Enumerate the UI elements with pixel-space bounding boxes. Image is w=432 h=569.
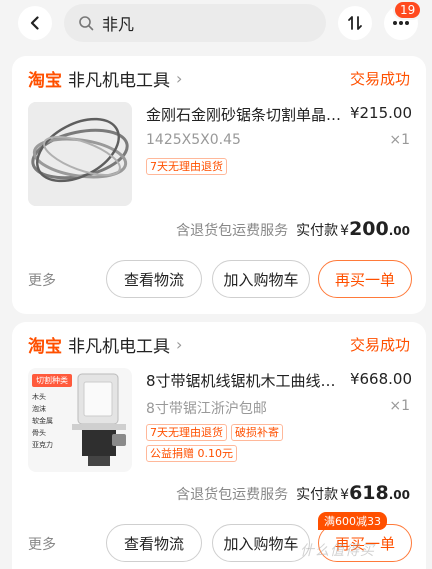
thumb-material: 泡沫 [32, 405, 46, 413]
order-status: 交易成功 [349, 70, 410, 88]
order-card[interactable]: 淘宝 非凡机电工具 › 交易成功 金刚石金刚砂锯条切割单晶… ¥215.00 1… [12, 56, 426, 314]
product-title[interactable]: 金刚石金刚砂锯条切割单晶… [146, 104, 360, 125]
promo-badge: 满600减33 [318, 512, 387, 530]
service-tag: 公益捐赠 0.10元 [146, 445, 237, 462]
search-icon [79, 16, 94, 31]
thumb-material: 软金属 [32, 417, 53, 425]
shop-header[interactable]: 淘宝 非凡机电工具 › [28, 66, 183, 91]
paid-decimal: .00 [388, 488, 410, 502]
thumb-material-list: 木头 泡沫 软金属 骨头 亚克力 [32, 392, 53, 450]
view-logistics-button[interactable]: 查看物流 [106, 260, 202, 298]
sort-arrows-icon [348, 16, 362, 30]
chevron-right-icon: › [176, 334, 183, 354]
buy-again-button[interactable]: 再买一单 [318, 260, 412, 298]
platform-label: 淘宝 [28, 70, 62, 91]
order-card[interactable]: 淘宝 非凡机电工具 › 交易成功 切割种类 木头 泡沫 软金属 骨头 亚克力 8… [12, 322, 426, 569]
service-note: 含退货包运费服务 [176, 487, 289, 503]
search-input[interactable]: 非凡 [64, 4, 326, 42]
paid-decimal: .00 [388, 224, 410, 238]
band-saw-image [72, 373, 126, 466]
product-spec: 8寸带锯江浙沪包邮 [146, 401, 267, 417]
thumb-material: 亚克力 [32, 441, 53, 449]
shop-header[interactable]: 淘宝 非凡机电工具 › [28, 332, 183, 357]
view-logistics-button[interactable]: 查看物流 [106, 524, 202, 562]
platform-label: 淘宝 [28, 336, 62, 357]
thumb-material: 木头 [32, 393, 46, 401]
product-price: ¥668.00 [349, 370, 412, 388]
saw-blade-image [28, 102, 132, 206]
service-tag: 7天无理由退货 [146, 158, 227, 175]
notification-badge: 19 [393, 0, 423, 20]
watermark: 什么值得买 [300, 543, 375, 559]
product-spec: 1425X5X0.45 [146, 132, 241, 148]
service-tags: 7天无理由退货 [146, 158, 336, 175]
paid-amount: 200 [349, 218, 389, 240]
product-price: ¥215.00 [349, 104, 412, 122]
sort-button[interactable] [338, 6, 372, 40]
thumb-material: 骨头 [32, 429, 46, 437]
product-quantity: ×1 [389, 398, 410, 414]
order-status: 交易成功 [349, 336, 410, 354]
service-tag: 7天无理由退货 [146, 424, 227, 441]
ellipsis-icon [393, 21, 409, 25]
shop-name: 非凡机电工具 [68, 336, 170, 357]
paid-amount: 618 [349, 482, 389, 504]
order-summary: 含退货包运费服务 实付款 ¥ 618 .00 [176, 482, 410, 504]
shop-name: 非凡机电工具 [68, 70, 170, 91]
back-button[interactable] [18, 6, 52, 40]
service-tags: 7天无理由退货 破损补寄 公益捐赠 0.10元 [146, 424, 336, 462]
chevron-right-icon: › [176, 68, 183, 88]
product-title[interactable]: 8寸带锯机线锯机木工曲线… [146, 370, 360, 391]
order-summary: 含退货包运费服务 实付款 ¥ 200 .00 [176, 218, 410, 240]
search-query: 非凡 [102, 15, 135, 34]
service-note: 含退货包运费服务 [176, 223, 289, 239]
service-tag: 破损补寄 [231, 424, 283, 441]
top-bar: 非凡 19 [0, 0, 432, 50]
more-link[interactable]: 更多 [28, 270, 56, 290]
product-thumbnail[interactable] [28, 102, 132, 206]
add-to-cart-button[interactable]: 加入购物车 [212, 260, 310, 298]
paid-label: 实付款 [296, 223, 339, 239]
more-link[interactable]: 更多 [28, 534, 56, 554]
add-to-cart-button[interactable]: 加入购物车 [212, 524, 310, 562]
paid-currency: ¥ [340, 487, 350, 503]
thumb-caption: 切割种类 [32, 374, 72, 387]
paid-currency: ¥ [340, 223, 350, 239]
product-quantity: ×1 [389, 132, 410, 148]
chevron-left-icon [30, 16, 39, 30]
paid-label: 实付款 [296, 487, 339, 503]
product-thumbnail[interactable]: 切割种类 木头 泡沫 软金属 骨头 亚克力 [28, 368, 132, 472]
